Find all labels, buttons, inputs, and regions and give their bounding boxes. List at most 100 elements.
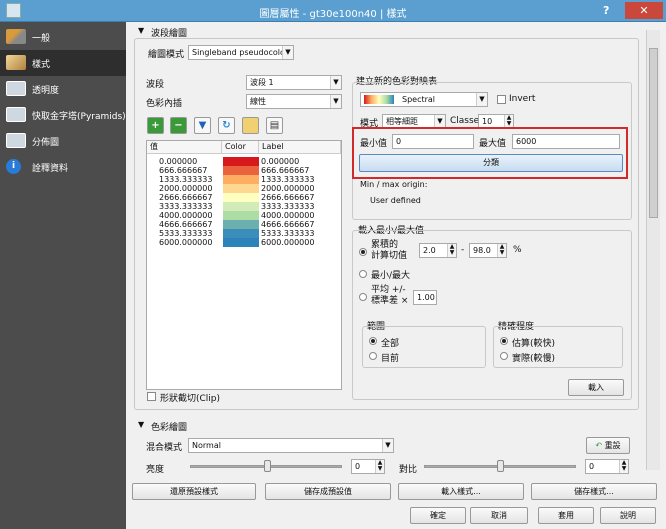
table-row-color-swatch[interactable] bbox=[223, 184, 259, 193]
sidebar-item-metadata[interactable]: i 詮釋資料 bbox=[0, 154, 126, 180]
table-row-color-swatch[interactable] bbox=[223, 238, 259, 247]
table-row-value[interactable]: 0.000000 bbox=[159, 157, 197, 166]
color-ramp-combo[interactable]: Spectral ▼ bbox=[360, 92, 488, 107]
table-row-color-swatch[interactable] bbox=[223, 157, 259, 166]
sidebar-item-pyramids[interactable]: 快取金字塔(Pyramids) bbox=[0, 102, 126, 128]
sort-icon[interactable]: ▼ bbox=[194, 117, 211, 134]
table-row-label[interactable]: 1333.333333 bbox=[261, 175, 314, 184]
colormap-table[interactable]: 值 Color Label 0.000000 0.000000 666.666667… bbox=[146, 140, 342, 390]
extent-full-radio[interactable] bbox=[369, 337, 377, 345]
sidebar-item-label: 分佈圖 bbox=[32, 138, 60, 148]
sidebar-item-histogram[interactable]: 分佈圖 bbox=[0, 128, 126, 154]
spin-arrows-icon: ▲ ▼ bbox=[447, 244, 456, 257]
close-button[interactable]: ✕ bbox=[625, 2, 663, 19]
minmax-radio[interactable] bbox=[359, 270, 367, 278]
sidebar-item-label: 樣式 bbox=[32, 60, 51, 70]
table-row-label[interactable]: 666.666667 bbox=[261, 166, 309, 175]
max-input[interactable]: 6000 bbox=[512, 134, 620, 149]
table-row-value[interactable]: 6000.000000 bbox=[159, 238, 212, 247]
cumulative-radio[interactable] bbox=[359, 248, 367, 256]
table-row-color-swatch[interactable] bbox=[223, 202, 259, 211]
table-row-label[interactable]: 3333.333333 bbox=[261, 202, 314, 211]
refresh-icon[interactable]: ↻ bbox=[218, 117, 235, 134]
brightness-spinbox[interactable]: 0 ▲ ▼ bbox=[351, 459, 385, 474]
apply-button[interactable]: 套用 bbox=[538, 507, 594, 524]
table-row-value[interactable]: 2666.666667 bbox=[159, 193, 212, 202]
open-folder-icon[interactable] bbox=[242, 117, 259, 134]
restore-default-style-button[interactable]: 還原預設樣式 bbox=[132, 483, 256, 500]
table-row-value[interactable]: 666.666667 bbox=[159, 166, 207, 175]
help-dialog-button[interactable]: 說明 bbox=[600, 507, 656, 524]
cancel-button[interactable]: 取消 bbox=[470, 507, 528, 524]
cum-low-spinbox[interactable]: 2.0 ▲ ▼ bbox=[419, 243, 457, 258]
help-button[interactable]: ? bbox=[603, 4, 609, 17]
table-row-label[interactable]: 5333.333333 bbox=[261, 229, 314, 238]
table-row-color-swatch[interactable] bbox=[223, 175, 259, 184]
table-row-value[interactable]: 2000.000000 bbox=[159, 184, 212, 193]
table-row-value[interactable]: 4000.000000 bbox=[159, 211, 212, 220]
remove-entry-icon[interactable]: − bbox=[170, 117, 187, 134]
table-row-value[interactable]: 5333.333333 bbox=[159, 229, 212, 238]
invert-checkbox[interactable] bbox=[497, 95, 506, 104]
save-style-button[interactable]: 儲存樣式... bbox=[531, 483, 657, 500]
table-row-label[interactable]: 2000.000000 bbox=[261, 184, 314, 193]
table-row-value[interactable]: 1333.333333 bbox=[159, 175, 212, 184]
ok-button[interactable]: 確定 bbox=[410, 507, 466, 524]
accuracy-estimate-radio[interactable] bbox=[500, 337, 508, 345]
contrast-slider-handle[interactable] bbox=[497, 460, 504, 472]
column-header-label[interactable]: Label bbox=[259, 141, 341, 154]
invert-label: Invert bbox=[509, 94, 536, 104]
window-title: 圖層屬性 - gt30e100n40 | 樣式 bbox=[259, 9, 407, 20]
sidebar-item-label: 快取金字塔(Pyramids) bbox=[32, 112, 126, 122]
cum-high-spinbox[interactable]: 98.0 ▲ ▼ bbox=[469, 243, 507, 258]
table-row-label[interactable]: 6000.000000 bbox=[261, 238, 314, 247]
extent-current-radio[interactable] bbox=[369, 352, 377, 360]
blend-combo[interactable]: Normal ▼ bbox=[188, 438, 394, 453]
scrollbar-thumb[interactable] bbox=[649, 48, 658, 218]
table-row-label[interactable]: 4666.666667 bbox=[261, 220, 314, 229]
band-combo[interactable]: 波段 1 ▼ bbox=[246, 75, 342, 90]
sidebar-item-style[interactable]: 樣式 bbox=[0, 50, 126, 76]
table-row-label[interactable]: 2666.666667 bbox=[261, 193, 314, 202]
spin-arrows-icon: ▲ ▼ bbox=[497, 244, 506, 257]
extent-current-label: 目前 bbox=[381, 354, 400, 364]
vertical-scrollbar[interactable] bbox=[646, 30, 660, 470]
mean-stddev-radio[interactable] bbox=[359, 293, 367, 301]
save-icon[interactable]: ▤ bbox=[266, 117, 283, 134]
table-row-value[interactable]: 4666.666667 bbox=[159, 220, 212, 229]
column-header-value[interactable]: 值 bbox=[147, 141, 222, 154]
table-row-color-swatch[interactable] bbox=[223, 229, 259, 238]
wrench-icon bbox=[6, 29, 26, 44]
table-row-color-swatch[interactable] bbox=[223, 166, 259, 175]
accuracy-actual-radio[interactable] bbox=[500, 352, 508, 360]
collapse-arrow-icon[interactable]: ▼ bbox=[138, 420, 144, 429]
table-row-color-swatch[interactable] bbox=[223, 211, 259, 220]
reset-button[interactable]: ↶ 重設 bbox=[586, 437, 630, 454]
percent-label: % bbox=[513, 245, 522, 255]
brightness-slider-handle[interactable] bbox=[264, 460, 271, 472]
render-type-combo[interactable]: Singleband pseudocolor ▼ bbox=[188, 45, 294, 60]
column-header-color[interactable]: Color bbox=[222, 141, 259, 154]
table-row-label[interactable]: 0.000000 bbox=[261, 157, 299, 166]
table-row-label[interactable]: 4000.000000 bbox=[261, 211, 314, 220]
title-bar: 圖層屬性 - gt30e100n40 | 樣式 ? ✕ bbox=[0, 0, 666, 22]
sidebar-item-transparency[interactable]: 透明度 bbox=[0, 76, 126, 102]
table-row-color-swatch[interactable] bbox=[223, 193, 259, 202]
clip-checkbox[interactable] bbox=[147, 392, 156, 401]
pyramid-icon bbox=[6, 107, 26, 122]
contrast-value: 0 bbox=[589, 462, 595, 471]
interp-combo[interactable]: 線性 ▼ bbox=[246, 94, 342, 109]
sidebar-item-general[interactable]: 一般 bbox=[0, 24, 126, 50]
classify-button[interactable]: 分類 bbox=[359, 154, 623, 172]
load-style-button[interactable]: 載入樣式... bbox=[398, 483, 524, 500]
collapse-arrow-icon[interactable]: ▼ bbox=[138, 26, 144, 35]
contrast-spinbox[interactable]: 0 ▲ ▼ bbox=[585, 459, 629, 474]
brightness-value: 0 bbox=[355, 462, 361, 471]
stddev-spinbox[interactable]: 1.00 bbox=[413, 290, 437, 305]
table-row-color-swatch[interactable] bbox=[223, 220, 259, 229]
load-button[interactable]: 載入 bbox=[568, 379, 624, 396]
min-input[interactable]: 0 bbox=[392, 134, 474, 149]
add-entry-icon[interactable]: + bbox=[147, 117, 164, 134]
table-row-value[interactable]: 3333.333333 bbox=[159, 202, 212, 211]
save-as-default-button[interactable]: 儲存成預設值 bbox=[265, 483, 391, 500]
